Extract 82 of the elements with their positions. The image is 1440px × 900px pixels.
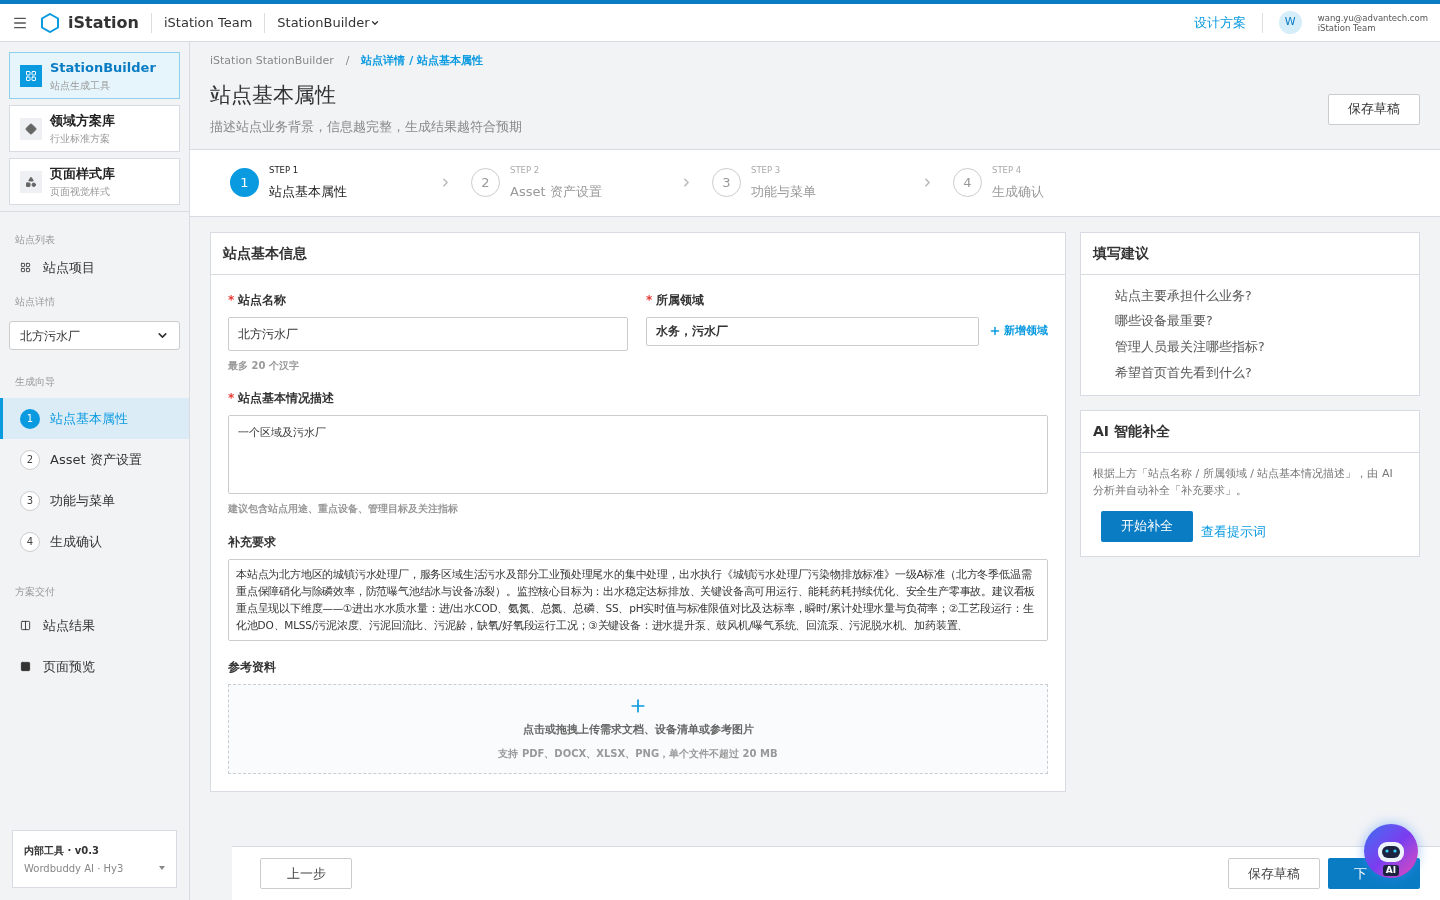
site-name-field[interactable]: 北方污水厂 bbox=[228, 316, 628, 351]
step-number: 3 bbox=[20, 490, 40, 511]
wizard-step-item[interactable]: 4 生成确认 bbox=[0, 521, 189, 562]
description-field[interactable]: 一个区域及污水厂 bbox=[228, 414, 1048, 494]
card-title: 站点基本信息 bbox=[211, 232, 1065, 275]
tool-title: 页面样式库 bbox=[50, 165, 115, 184]
save-draft-button[interactable]: 保存草稿 bbox=[1228, 858, 1320, 889]
section-heading: 站点列表 bbox=[14, 233, 56, 247]
app-menu[interactable]: StationBuilder bbox=[277, 12, 380, 33]
grid-icon bbox=[20, 64, 42, 87]
plus-icon bbox=[989, 325, 1001, 337]
tool-title: StationBuilder bbox=[50, 59, 156, 78]
nav-item[interactable]: 站点结果 bbox=[0, 605, 189, 646]
card-title: 填写建议 bbox=[1081, 232, 1419, 275]
wizard-step-item[interactable]: 3 功能与菜单 bbox=[0, 480, 189, 521]
ai-description: 根据上方「站点名称 / 所属领域 / 站点基本情况描述」，由 AI 分析并自动补全「补充要求」。 bbox=[1093, 465, 1394, 499]
user-avatar[interactable]: W bbox=[1278, 11, 1302, 34]
tool-card[interactable]: 领域方案库 行业标准方案 bbox=[9, 105, 180, 152]
tool-card[interactable]: 页面样式库 页面视觉样式 bbox=[9, 158, 180, 205]
user-team: iStation Team bbox=[1317, 22, 1376, 33]
tip-item: 站点主要承担什么业务? bbox=[1115, 286, 1253, 305]
field-label: 补充要求 bbox=[228, 533, 276, 551]
page-title: 站点基本属性 bbox=[210, 81, 337, 109]
page-subtitle: 描述站点业务背景，信息越完整，生成结果越符合预期 bbox=[210, 118, 522, 136]
section-heading: 生成向导 bbox=[14, 375, 56, 389]
tool-card[interactable]: StationBuilder 站点生成工具 bbox=[9, 52, 180, 99]
version-title: 内部工具 · v0.3 bbox=[24, 843, 100, 858]
diamonds-icon bbox=[20, 170, 42, 193]
step-caption: STEP 4 bbox=[992, 163, 1023, 177]
step-label: 功能与菜单 bbox=[751, 182, 817, 201]
start-completion-button[interactable]: 开始补全 bbox=[1101, 510, 1193, 542]
assistant-badge: AI bbox=[1382, 865, 1400, 876]
step-number: 1 bbox=[20, 408, 40, 429]
model-name: Wordbuddy AI · Hy3 bbox=[24, 861, 124, 876]
brand-name: iStation bbox=[68, 11, 139, 34]
field-label: 站点名称 bbox=[238, 291, 287, 309]
columns-icon bbox=[20, 620, 31, 631]
field-label: 所属领域 bbox=[656, 291, 705, 309]
upload-hint: 支持 PDF、DOCX、XLSX、PNG，单个文件不超过 20 MB bbox=[498, 747, 778, 762]
tool-subtitle: 行业标准方案 bbox=[50, 131, 111, 146]
section-heading: 方案交付 bbox=[14, 585, 56, 599]
required-mark: * bbox=[646, 291, 653, 309]
square-icon bbox=[20, 661, 31, 672]
tip-item: 管理人员最关注哪些指标? bbox=[1115, 338, 1266, 356]
field-label: 参考资料 bbox=[228, 658, 276, 676]
breadcrumb-separator: / bbox=[345, 53, 350, 69]
hexagon-logo-icon bbox=[40, 12, 60, 33]
tool-title: 领域方案库 bbox=[50, 112, 115, 131]
step-caption: STEP 3 bbox=[751, 163, 782, 177]
wizard-step-item[interactable]: 2 Asset 资产设置 bbox=[0, 439, 189, 480]
field-hint: 建议包含站点用途、重点设备、管理目标及关注指标 bbox=[228, 501, 459, 516]
team-name: iStation Team bbox=[163, 13, 253, 32]
card-title: AI 智能补全 bbox=[1081, 410, 1419, 453]
step-caption: STEP 2 bbox=[510, 163, 541, 177]
required-mark: * bbox=[228, 291, 235, 309]
step-label: 站点基本属性 bbox=[269, 182, 348, 201]
tool-subtitle: 页面视觉样式 bbox=[50, 184, 111, 199]
required-mark: * bbox=[228, 389, 235, 407]
nav-item[interactable]: 站点项目 bbox=[0, 247, 189, 288]
back-button[interactable]: 上一步 bbox=[260, 858, 352, 889]
save-draft-button[interactable]: 保存草稿 bbox=[1328, 93, 1420, 125]
step-label: 生成确认 bbox=[992, 182, 1045, 201]
step-caption: STEP 1 bbox=[269, 163, 300, 177]
caret-icon[interactable] bbox=[159, 866, 165, 870]
step-number: 4 bbox=[20, 531, 40, 552]
upload-text: 点击或拖拽上传需求文档、设备清单或参考图片 bbox=[522, 721, 754, 738]
user-email: wang.yu@advantech.com bbox=[1317, 12, 1428, 23]
nav-item[interactable]: 页面预览 bbox=[0, 646, 189, 687]
grid-icon bbox=[20, 262, 31, 273]
field-hint: 最多 20 个汉字 bbox=[228, 358, 300, 373]
tool-subtitle: 站点生成工具 bbox=[50, 78, 111, 93]
site-select[interactable]: 北方污水厂 bbox=[9, 321, 180, 350]
tip-item: 哪些设备最重要? bbox=[1115, 312, 1214, 331]
supplement-field[interactable]: 本站点为北方地区的城镇污水处理厂，服务区域生活污水及部分工业预处理尾水的集中处理，出水执行《城镇污水处理厂污染物排放标准》一级A标准（北方冬季低温需重点保障硝化与除磷效率，防范曝气池结冰与设备冻裂）。监控核心目标为：出水稳定达标排放、关键设备高可用运行、能耗药耗持续优化、安全生产零事故。建议看板重点呈现以下维度——①进出水水质水量：进/出水COD、氨氮、总氮、总磷、SS、pH实时值与标准限值对比及达标率，瞬时/累计处理水量与负荷率；②工艺段运行：生化池DO、MLSS/污泥浓度、污泥回流比、污泥龄，缺氧/好氧段运行工况；③关键设备：进水提升泵、鼓风机/曝气系统、回流泵、污泥脱水机、加药装置、 bbox=[228, 558, 1048, 641]
domain-field[interactable]: 水务，污水厂 bbox=[646, 316, 979, 346]
tip-item: 希望首页首先看到什么? bbox=[1115, 363, 1253, 382]
section-heading: 站点详情 bbox=[14, 295, 56, 309]
breadcrumb-current: 站点详情 / 站点基本属性 bbox=[361, 53, 484, 69]
step-number: 2 bbox=[20, 449, 40, 470]
step-label: Asset 资产设置 bbox=[510, 182, 603, 201]
field-label: 站点基本情况描述 bbox=[238, 389, 335, 407]
upload-area[interactable]: 点击或拖拽上传需求文档、设备清单或参考图片 支持 PDF、DOCX、XLSX、PNG，单个文件不超过 20 MB bbox=[228, 683, 1048, 774]
